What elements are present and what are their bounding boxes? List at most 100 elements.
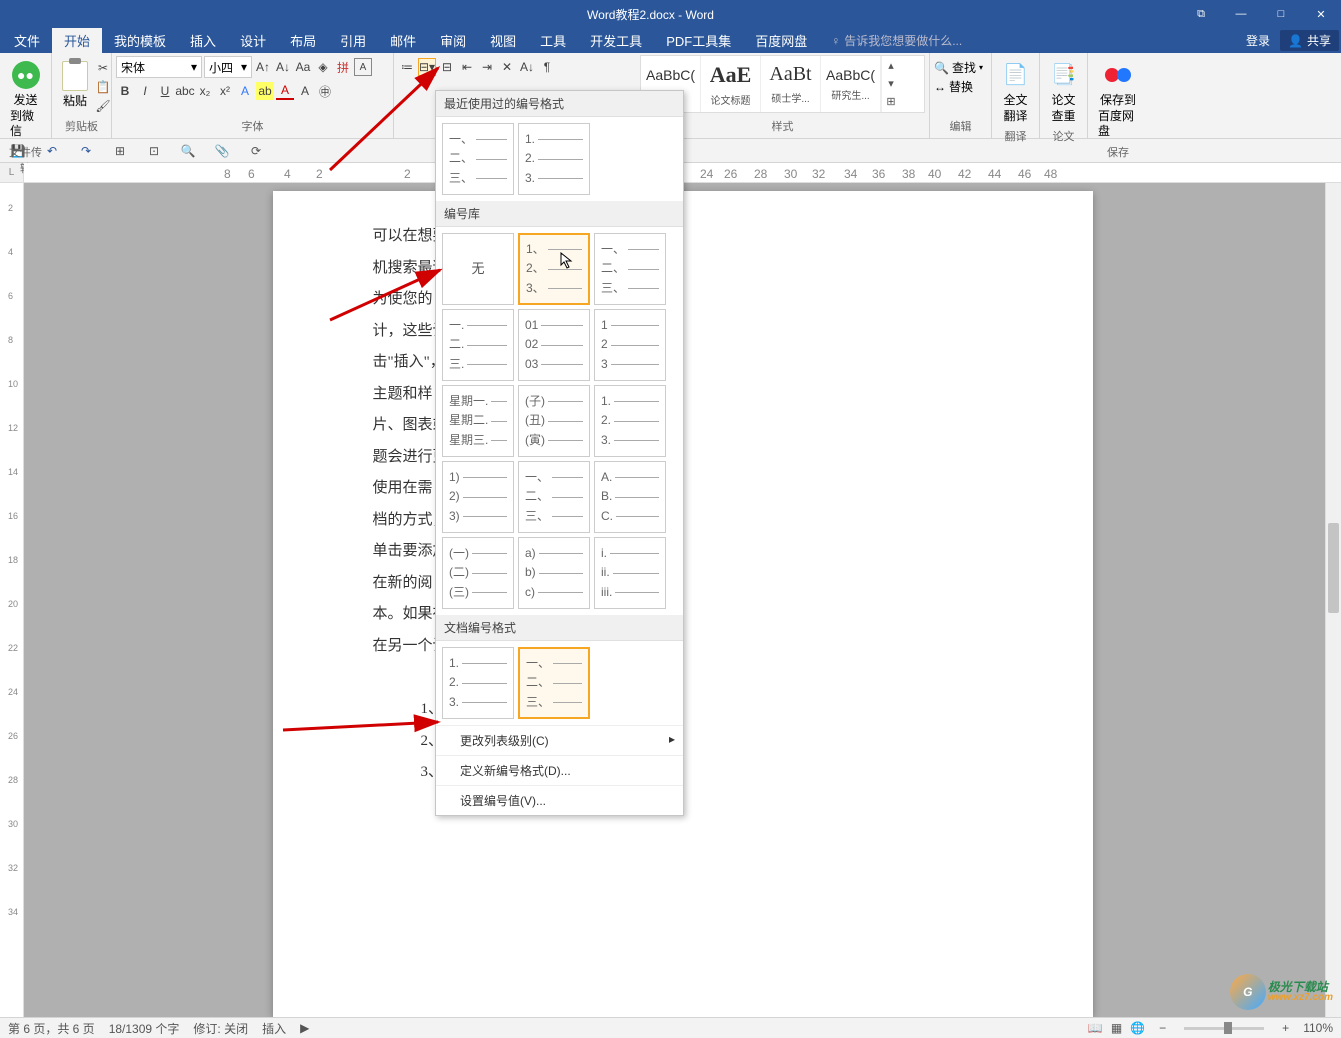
ribbon-options-icon[interactable]: ⧉ — [1181, 0, 1221, 28]
numbering-option[interactable]: 一、二、三、 — [518, 647, 590, 719]
numbering-option[interactable]: 123 — [594, 309, 666, 381]
numbering-option[interactable]: (一)(二)(三) — [442, 537, 514, 609]
qat-icon-3[interactable]: 🔍 — [178, 141, 198, 161]
style-master[interactable]: AaBt硕士学... — [761, 56, 821, 112]
share-button[interactable]: 👤共享 — [1280, 30, 1339, 51]
send-to-wechat-button[interactable]: ●● 发送 到微信 — [4, 55, 47, 144]
vertical-ruler[interactable]: 246810121416182022242628303234 — [0, 183, 24, 1017]
numbering-button[interactable]: ⊟▾ — [418, 58, 436, 76]
numbering-option[interactable]: (子)(丑)(寅) — [518, 385, 590, 457]
zoom-thumb[interactable] — [1224, 1022, 1232, 1034]
change-case-icon[interactable]: Aa — [294, 58, 312, 76]
style-scroll-up-icon[interactable]: ▴ — [882, 56, 900, 74]
font-color-icon[interactable]: A — [276, 82, 294, 100]
zoom-slider[interactable] — [1184, 1027, 1264, 1030]
font-size-select[interactable]: 小四▾ — [204, 56, 252, 78]
bullets-icon[interactable]: ≔ — [398, 58, 416, 76]
bold-icon[interactable]: B — [116, 82, 134, 100]
char-border-icon[interactable]: A — [354, 58, 372, 76]
style-researcher[interactable]: AaBbC(研究生... — [821, 56, 881, 112]
clear-format-icon[interactable]: ◈ — [314, 58, 332, 76]
numbering-option[interactable]: 1、2、3、 — [518, 233, 590, 305]
menu-define-new-format[interactable]: 定义新编号格式(D)... — [436, 755, 683, 785]
menu-file[interactable]: 文件 — [2, 28, 52, 53]
minimize-button[interactable]: — — [1221, 0, 1261, 28]
menu-design[interactable]: 设计 — [228, 28, 278, 53]
read-mode-icon[interactable]: 📖 — [1088, 1021, 1103, 1035]
qat-icon-1[interactable]: ⊞ — [110, 141, 130, 161]
maximize-button[interactable]: □ — [1261, 0, 1301, 28]
tell-me-input[interactable]: 告诉我您想要做什么... — [844, 32, 962, 49]
numbering-option[interactable]: i.ii.iii. — [594, 537, 666, 609]
replace-button[interactable]: ↔替换 — [934, 78, 987, 95]
superscript-icon[interactable]: x² — [216, 82, 234, 100]
plagiarism-button[interactable]: 📑 论文 查重 — [1044, 55, 1083, 128]
status-macro-icon[interactable]: ▶ — [300, 1021, 309, 1035]
enclose-char-icon[interactable]: ㊥ — [316, 82, 334, 100]
login-button[interactable]: 登录 — [1236, 32, 1280, 49]
menu-layout[interactable]: 布局 — [278, 28, 328, 53]
text-effects-icon[interactable]: A — [236, 82, 254, 100]
font-name-select[interactable]: 宋体▾ — [116, 56, 202, 78]
status-track[interactable]: 修订: 关闭 — [193, 1020, 248, 1037]
status-insert[interactable]: 插入 — [262, 1020, 286, 1037]
find-button[interactable]: 🔍查找▾ — [934, 59, 987, 76]
increase-indent-icon[interactable]: ⇥ — [478, 58, 496, 76]
style-title[interactable]: AaE论文标题 — [701, 56, 761, 112]
numbering-option[interactable]: 1.2.3. — [594, 385, 666, 457]
format-painter-icon[interactable]: 🖌 — [94, 97, 112, 115]
status-words[interactable]: 18/1309 个字 — [109, 1020, 180, 1037]
asian-layout-icon[interactable]: ✕ — [498, 58, 516, 76]
menu-references[interactable]: 引用 — [328, 28, 378, 53]
italic-icon[interactable]: I — [136, 82, 154, 100]
numbering-option[interactable]: a)b)c) — [518, 537, 590, 609]
redo-icon[interactable]: ↷ — [76, 141, 96, 161]
sort-icon[interactable]: A↓ — [518, 58, 536, 76]
close-button[interactable]: ✕ — [1301, 0, 1341, 28]
menu-tools[interactable]: 工具 — [528, 28, 578, 53]
numbering-option[interactable]: 一、二、三、 — [594, 233, 666, 305]
cut-icon[interactable]: ✂ — [94, 59, 112, 77]
phonetic-icon[interactable]: 拼 — [334, 58, 352, 76]
numbering-option[interactable]: 010203 — [518, 309, 590, 381]
save-to-baidu-button[interactable]: 保存到 百度网盘 — [1092, 55, 1144, 144]
print-layout-icon[interactable]: ▦ — [1111, 1021, 1122, 1035]
char-shading-icon[interactable]: A — [296, 82, 314, 100]
shrink-font-icon[interactable]: A↓ — [274, 58, 292, 76]
multilevel-icon[interactable]: ⊟ — [438, 58, 456, 76]
web-layout-icon[interactable]: 🌐 — [1130, 1021, 1145, 1035]
decrease-indent-icon[interactable]: ⇤ — [458, 58, 476, 76]
menu-pdf[interactable]: PDF工具集 — [654, 28, 743, 53]
qat-icon-4[interactable]: 📎 — [212, 141, 232, 161]
menu-devtools[interactable]: 开发工具 — [578, 28, 654, 53]
menu-templates[interactable]: 我的模板 — [102, 28, 178, 53]
numbering-option[interactable]: 1)2)3) — [442, 461, 514, 533]
qat-icon-5[interactable]: ⟳ — [246, 141, 266, 161]
menu-insert[interactable]: 插入 — [178, 28, 228, 53]
strike-icon[interactable]: abc — [176, 82, 194, 100]
numbering-option-none[interactable]: 无 — [442, 233, 514, 305]
copy-icon[interactable]: 📋 — [94, 78, 112, 96]
menu-set-number-value[interactable]: 设置编号值(V)... — [436, 785, 683, 815]
grow-font-icon[interactable]: A↑ — [254, 58, 272, 76]
scrollbar-thumb[interactable] — [1328, 523, 1339, 613]
numbering-option[interactable]: 星期一.星期二.星期三. — [442, 385, 514, 457]
numbering-option[interactable]: 一.二.三. — [442, 309, 514, 381]
zoom-out-icon[interactable]: − — [1159, 1021, 1166, 1035]
numbering-option[interactable]: A.B.C. — [594, 461, 666, 533]
menu-mail[interactable]: 邮件 — [378, 28, 428, 53]
style-more-icon[interactable]: ⊞ — [882, 92, 900, 110]
menu-view[interactable]: 视图 — [478, 28, 528, 53]
show-marks-icon[interactable]: ¶ — [538, 58, 556, 76]
style-scroll-down-icon[interactable]: ▾ — [882, 74, 900, 92]
menu-home[interactable]: 开始 — [52, 28, 102, 53]
translate-button[interactable]: 📄 全文 翻译 — [996, 55, 1035, 128]
menu-review[interactable]: 审阅 — [428, 28, 478, 53]
subscript-icon[interactable]: x₂ — [196, 82, 214, 100]
underline-icon[interactable]: U — [156, 82, 174, 100]
zoom-level[interactable]: 110% — [1303, 1021, 1333, 1035]
numbering-option[interactable]: 一、二、三、 — [518, 461, 590, 533]
menu-baidu[interactable]: 百度网盘 — [743, 28, 819, 53]
status-page[interactable]: 第 6 页，共 6 页 — [8, 1020, 95, 1037]
zoom-in-icon[interactable]: + — [1282, 1021, 1289, 1035]
